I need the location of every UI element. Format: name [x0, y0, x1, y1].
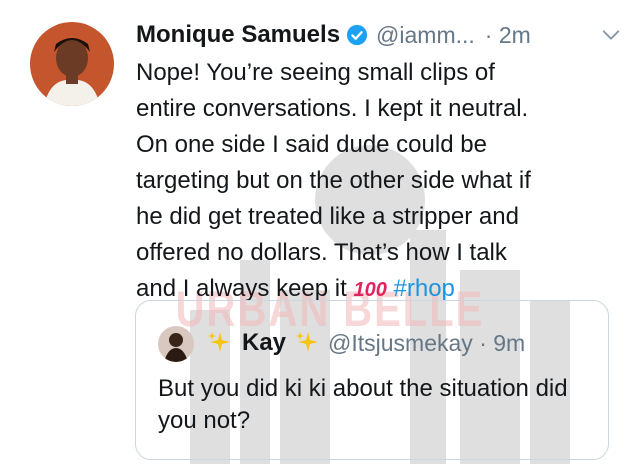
quoted-author-handle: @Itsjusmekay · 9m	[328, 329, 526, 356]
hashtag-link[interactable]: #rhop	[394, 275, 455, 302]
sparkles-icon	[296, 332, 319, 352]
chevron-down-icon[interactable]	[600, 24, 622, 46]
tweet-body: Nope! You’re seeing small clips of entir…	[136, 55, 616, 308]
quoted-tweet-text: But you did ki ki about the situation di…	[158, 375, 568, 434]
sparkles-icon	[208, 332, 230, 352]
author-name[interactable]: Monique Samuels	[136, 21, 340, 49]
quoted-author-name: Kay	[242, 329, 287, 356]
author-handle[interactable]: @iamm...	[376, 22, 475, 49]
quoted-author-avatar	[158, 326, 194, 362]
author-avatar[interactable]	[30, 22, 114, 106]
hundred-points-emoji: 100	[353, 279, 387, 301]
tweet-time[interactable]: · 2m	[485, 22, 531, 49]
quoted-header: Kay @Itsjusmekay · 9m	[206, 327, 525, 359]
verified-badge-icon	[346, 24, 368, 46]
tweet-text: Nope! You’re seeing small clips of entir…	[136, 59, 531, 302]
quoted-tweet-card[interactable]: Kay @Itsjusmekay · 9m But you did ki ki …	[135, 300, 609, 460]
tweet-header: Monique Samuels @iamm... · 2m	[136, 18, 622, 52]
